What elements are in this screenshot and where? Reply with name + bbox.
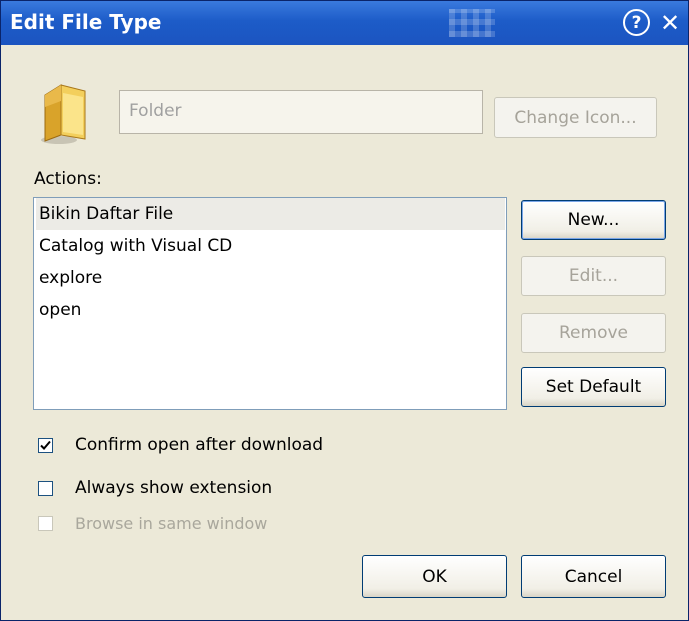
title-bar[interactable]: Edit File Type ? ✕ (1, 1, 688, 45)
browse-same-window-option[interactable]: Browse in same window (38, 514, 267, 533)
list-item[interactable]: open (36, 294, 505, 326)
help-icon: ? (631, 12, 642, 33)
close-button[interactable]: ✕ (656, 9, 684, 37)
ok-button[interactable]: OK (362, 555, 507, 598)
confirm-open-label: Confirm open after download (75, 435, 324, 455)
browse-same-window-checkbox[interactable] (38, 516, 53, 531)
edit-file-type-dialog: Edit File Type ? ✕ Folder Change Icon...… (0, 0, 689, 621)
title-bar-decoration (449, 9, 495, 37)
change-icon-button[interactable]: Change Icon... (494, 97, 657, 138)
close-icon: ✕ (659, 9, 681, 37)
list-item[interactable]: Bikin Daftar File (36, 198, 505, 230)
actions-label: Actions: (34, 169, 102, 189)
folder-icon (41, 84, 86, 144)
always-show-extension-label: Always show extension (75, 478, 273, 498)
browse-same-window-label: Browse in same window (75, 514, 268, 533)
actions-list[interactable]: Bikin Daftar File Catalog with Visual CD… (33, 197, 507, 410)
set-default-button[interactable]: Set Default (521, 367, 666, 407)
always-show-extension-checkbox[interactable] (38, 480, 53, 496)
list-item[interactable]: Catalog with Visual CD (36, 230, 505, 262)
cancel-button[interactable]: Cancel (521, 555, 666, 598)
confirm-open-checkbox[interactable] (38, 437, 53, 453)
always-show-extension-option[interactable]: Always show extension (38, 478, 272, 498)
checkmark-icon (40, 440, 51, 450)
edit-action-button[interactable]: Edit... (521, 256, 666, 296)
help-button[interactable]: ? (623, 9, 650, 36)
confirm-open-option[interactable]: Confirm open after download (38, 435, 323, 455)
list-item[interactable]: explore (36, 262, 505, 294)
window-title: Edit File Type (10, 10, 162, 34)
new-action-button[interactable]: New... (521, 200, 666, 240)
remove-action-button[interactable]: Remove (521, 313, 666, 353)
file-type-name-field: Folder (119, 90, 483, 134)
